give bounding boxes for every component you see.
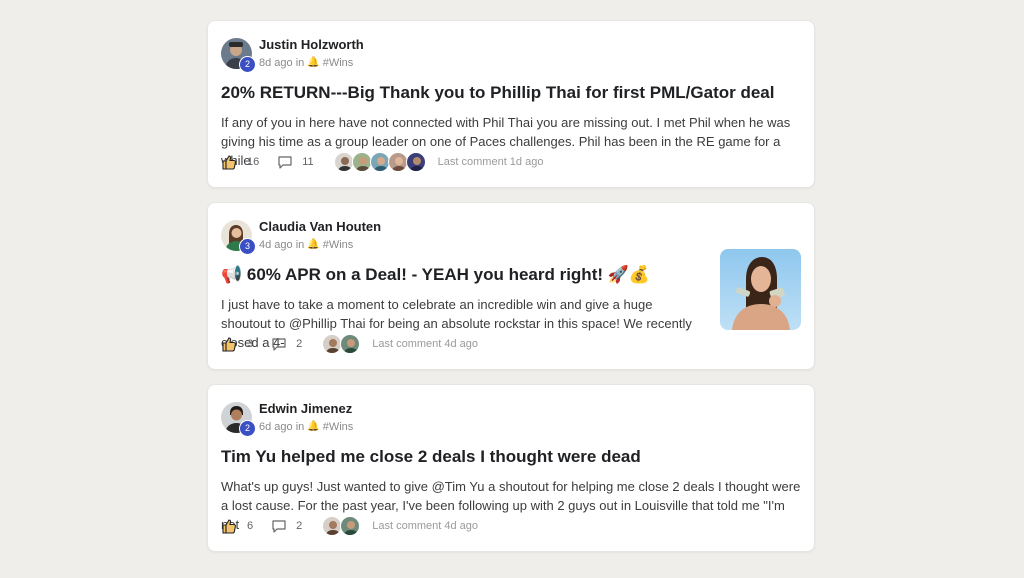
comment-icon[interactable] (271, 518, 287, 534)
post-header: 2 Edwin Jimenez 6d ago in 🔔 #Wins (221, 399, 801, 437)
commenter-avatar (340, 516, 361, 536)
post-card[interactable]: 2 Justin Holzworth 8d ago in 🔔 #Wins 20% R… (207, 20, 815, 188)
commenter-avatars[interactable] (322, 334, 361, 354)
commenter-avatar (322, 516, 343, 536)
comment-icon[interactable] (277, 154, 293, 170)
post-time: 6d ago in (259, 420, 305, 433)
comment-count: 11 (302, 156, 314, 168)
commenter-avatar (387, 152, 408, 172)
author-avatar[interactable]: 2 (221, 401, 256, 437)
commenter-avatars[interactable] (322, 516, 361, 536)
comment-icon[interactable] (271, 336, 287, 352)
post-feed: 2 Justin Holzworth 8d ago in 🔔 #Wins 20% R… (207, 20, 815, 552)
post-actions: 16 11 Last comment 1d ago (221, 151, 543, 173)
post-card[interactable]: 3 Claudia Van Houten 4d ago in 🔔 #Wins 📢 6… (207, 202, 815, 370)
like-count: 16 (247, 156, 260, 168)
thumbs-up-icon[interactable] (221, 154, 237, 170)
last-comment-time: Last comment 4d ago (372, 338, 479, 350)
post-title[interactable]: 20% RETURN---Big Thank you to Phillip Th… (221, 82, 801, 104)
thumbs-up-icon[interactable] (221, 518, 237, 534)
thumbs-up-icon[interactable] (221, 336, 237, 352)
post-header: 3 Claudia Van Houten 4d ago in 🔔 #Wins (221, 217, 801, 255)
post-header: 2 Justin Holzworth 8d ago in 🔔 #Wins (221, 35, 801, 73)
commenter-avatar (405, 152, 426, 172)
last-comment-time: Last comment 1d ago (437, 156, 544, 168)
post-actions: 6 2 Last comment 4d ago (221, 515, 478, 537)
author-avatar[interactable]: 3 (221, 219, 256, 255)
author-name[interactable]: Justin Holzworth (259, 37, 364, 53)
bell-icon: 🔔 (307, 420, 320, 432)
post-time: 8d ago in (259, 56, 305, 69)
commenter-avatars[interactable] (333, 152, 426, 172)
bell-icon: 🔔 (307, 56, 320, 68)
last-comment-time: Last comment 4d ago (372, 520, 479, 532)
like-count: 3 (247, 338, 254, 350)
bell-icon: 🔔 (307, 238, 320, 250)
category-link[interactable]: #Wins (323, 56, 354, 70)
commenter-avatar (333, 152, 354, 172)
comment-count: 2 (296, 338, 303, 350)
commenter-avatar (340, 334, 361, 354)
author-name[interactable]: Claudia Van Houten (259, 219, 381, 235)
comment-count: 2 (296, 520, 303, 532)
post-time: 4d ago in (259, 238, 305, 251)
level-badge: 3 (239, 237, 256, 255)
author-name[interactable]: Edwin Jimenez (259, 401, 353, 417)
category-link[interactable]: #Wins (323, 238, 354, 252)
post-title[interactable]: Tim Yu helped me close 2 deals I thought… (221, 446, 801, 468)
level-badge: 2 (239, 419, 256, 437)
post-title[interactable]: 📢 60% APR on a Deal! - YEAH you heard ri… (221, 264, 801, 286)
like-count: 6 (247, 520, 254, 532)
commenter-avatar (322, 334, 343, 354)
post-card[interactable]: 2 Edwin Jimenez 6d ago in 🔔 #Wins Tim Yu h… (207, 384, 815, 552)
author-avatar[interactable]: 2 (221, 37, 256, 73)
level-badge: 2 (239, 55, 256, 73)
category-link[interactable]: #Wins (323, 420, 354, 434)
commenter-avatar (369, 152, 390, 172)
commenter-avatar (351, 152, 372, 172)
post-thumbnail[interactable] (720, 249, 801, 330)
post-actions: 3 2 Last comment 4d ago (221, 333, 478, 355)
